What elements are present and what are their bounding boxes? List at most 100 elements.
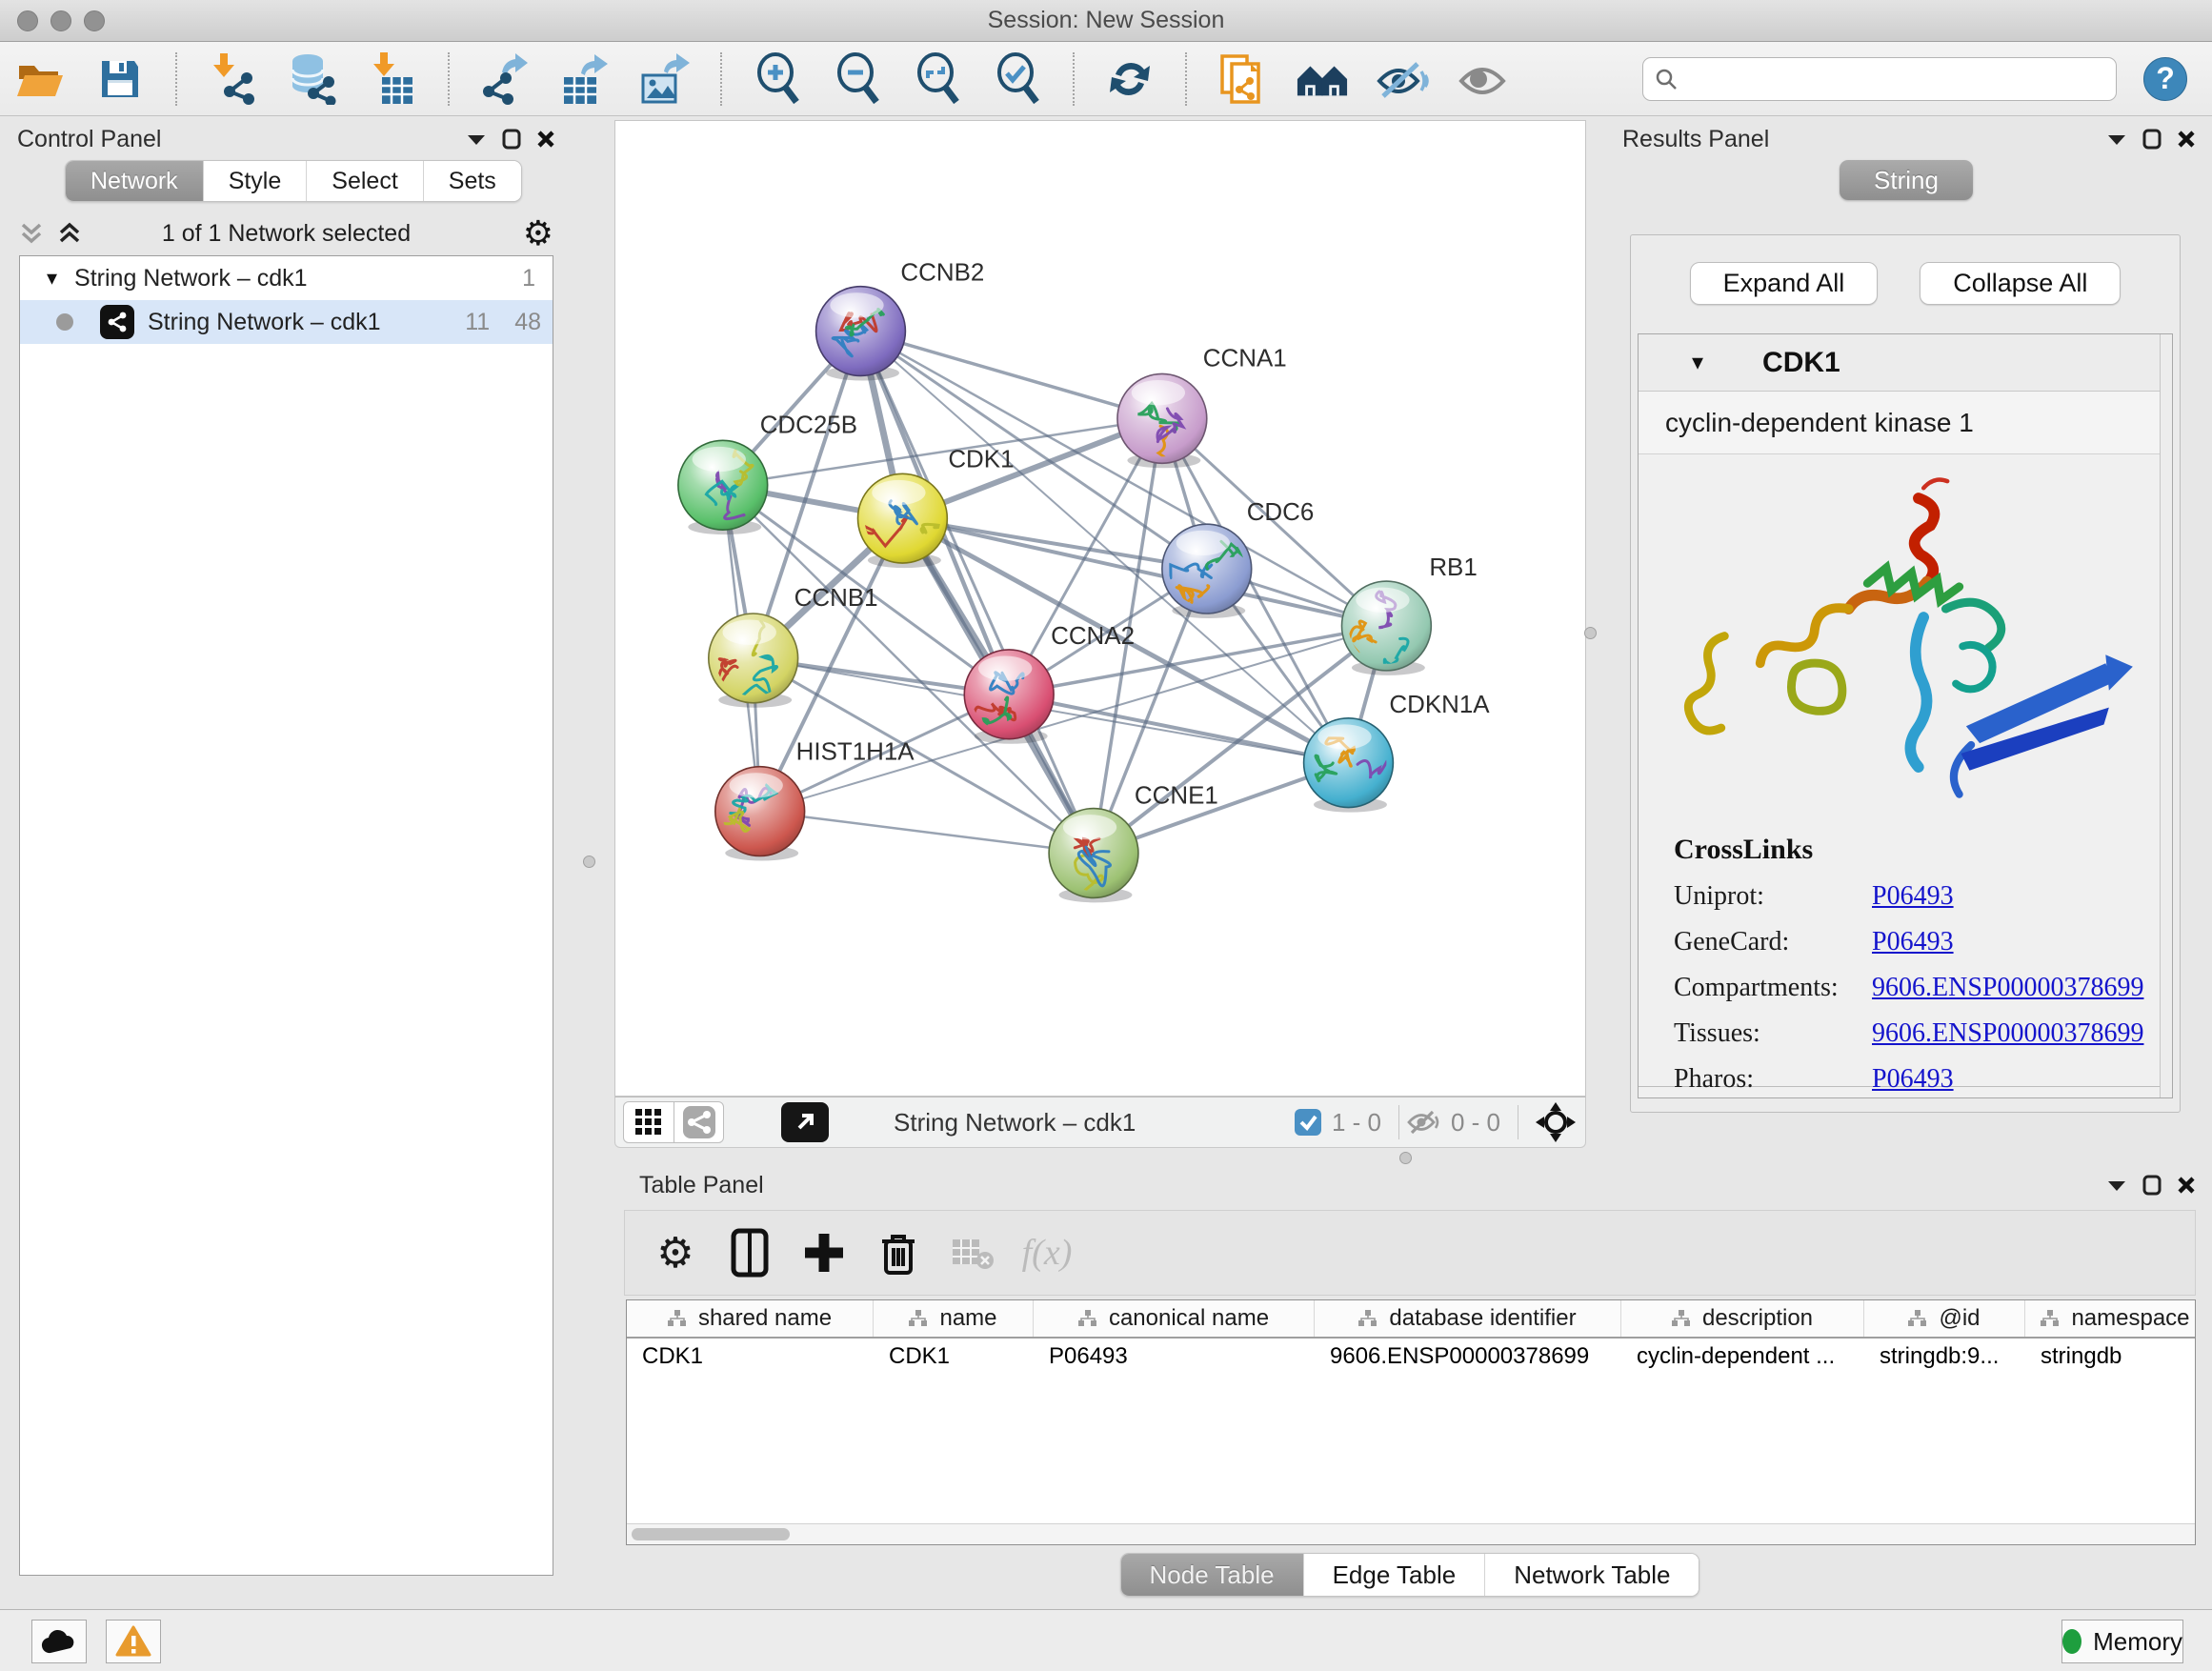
protein-header-row[interactable]: ▾ CDK1: [1639, 334, 2172, 392]
tab-edge-table[interactable]: Edge Table: [1303, 1554, 1485, 1596]
crosslink-link[interactable]: P06493: [1872, 1064, 1954, 1095]
export-network-button[interactable]: [478, 50, 532, 108]
memory-button[interactable]: Memory: [2061, 1620, 2183, 1663]
tab-style[interactable]: Style: [203, 161, 307, 201]
tab-string[interactable]: String: [1840, 160, 1973, 200]
search-box[interactable]: [1642, 57, 2117, 101]
panel-menu-icon[interactable]: [2106, 132, 2127, 146]
table-row[interactable]: CDK1CDK1P064939606.ENSP00000378699cyclin…: [627, 1339, 2195, 1375]
detach-view-button[interactable]: [781, 1102, 829, 1142]
export-table-button[interactable]: [558, 50, 612, 108]
open-session-button[interactable]: [13, 50, 67, 108]
export-image-button[interactable]: [638, 50, 692, 108]
collapse-section-icon[interactable]: ▾: [1692, 349, 1703, 376]
results-vertical-scrollbar[interactable]: [2160, 334, 2172, 1097]
node-CCNA1[interactable]: [1117, 373, 1207, 479]
column-tree-icon: [1908, 1310, 1927, 1327]
panel-float-icon[interactable]: [502, 129, 521, 150]
tab-network[interactable]: Network: [66, 161, 203, 201]
delete-columns-button[interactable]: [869, 1223, 928, 1282]
panel-float-icon[interactable]: [2142, 1175, 2162, 1196]
panel-menu-icon[interactable]: [2106, 1178, 2127, 1192]
tab-sets[interactable]: Sets: [423, 161, 521, 201]
show-all-levels-button[interactable]: [1296, 50, 1349, 108]
edge-CCNE1-HIST1H1A[interactable]: [760, 812, 1094, 854]
node-CDC6[interactable]: [1162, 524, 1252, 618]
show-columns-button[interactable]: [720, 1223, 779, 1282]
tab-node-table[interactable]: Node Table: [1121, 1554, 1303, 1596]
show-hidden-button[interactable]: [1456, 50, 1509, 108]
node-HIST1H1A[interactable]: [705, 767, 804, 861]
panel-close-icon[interactable]: [536, 130, 555, 149]
toolbar-separator: [1073, 52, 1075, 106]
column-header-shared-name[interactable]: shared name: [627, 1300, 874, 1337]
zoom-in-button[interactable]: [751, 50, 804, 108]
copy-style-button[interactable]: [1216, 50, 1269, 108]
protein-details-scroll[interactable]: ▾ CDK1 cyclin-dependent kinase 1: [1638, 333, 2173, 1098]
crosslink-link[interactable]: P06493: [1872, 881, 1954, 912]
import-network-from-database-button[interactable]: [286, 50, 339, 108]
share-icon: [683, 1106, 715, 1138]
function-builder-button[interactable]: f(x): [1017, 1223, 1076, 1282]
panel-close-icon[interactable]: [2177, 130, 2196, 149]
scrollbar-thumb[interactable]: [632, 1528, 790, 1540]
network-options-gear-icon[interactable]: ⚙: [523, 213, 553, 253]
zoom-selected-button[interactable]: [991, 50, 1044, 108]
network-collection-row[interactable]: ▾ String Network – cdk1 1: [20, 256, 553, 300]
expand-all-button[interactable]: Expand All: [1690, 262, 1879, 305]
node-CCNE1[interactable]: [1049, 809, 1138, 917]
network-canvas[interactable]: CCNB2CCNA1CDC25BCDK1CDC6RB1CCNB1CCNA2CDK…: [614, 120, 1586, 1097]
grid-view-button[interactable]: [624, 1102, 674, 1142]
selected-checkbox-icon[interactable]: [1294, 1108, 1322, 1137]
column-header-name[interactable]: name: [874, 1300, 1034, 1337]
column-header-database-identifier[interactable]: database identifier: [1315, 1300, 1621, 1337]
column-header-@id[interactable]: @id: [1864, 1300, 2025, 1337]
collapse-all-chevron-icon[interactable]: [19, 221, 44, 246]
edge-CCNB2-CCNA1[interactable]: [860, 332, 1161, 419]
node-table: shared namenamecanonical namedatabase id…: [626, 1299, 2196, 1545]
right-splitter-handle[interactable]: [1584, 627, 1597, 639]
center-view-crosshair-icon[interactable]: [1536, 1102, 1576, 1142]
tab-network-table[interactable]: Network Table: [1484, 1554, 1699, 1596]
import-network-button[interactable]: [206, 50, 259, 108]
protein-name: CDK1: [1762, 347, 1840, 379]
column-header-description[interactable]: description: [1621, 1300, 1864, 1337]
expand-all-chevron-icon[interactable]: [57, 221, 82, 246]
edge-CCNA2-CDKN1A[interactable]: [1009, 695, 1348, 763]
tab-select[interactable]: Select: [306, 161, 422, 201]
node-RB1[interactable]: [1342, 581, 1432, 684]
main-toolbar: ?: [0, 42, 2212, 116]
import-table-button[interactable]: [366, 50, 419, 108]
help-button[interactable]: ?: [2143, 57, 2187, 101]
refresh-view-button[interactable]: [1103, 50, 1156, 108]
hide-selected-button[interactable]: [1376, 50, 1429, 108]
zoom-out-button[interactable]: [831, 50, 884, 108]
crosslink-link[interactable]: 9606.ENSP00000378699: [1872, 1018, 2143, 1049]
create-column-button[interactable]: [794, 1223, 854, 1282]
zoom-fit-button[interactable]: [911, 50, 964, 108]
cloud-status-button[interactable]: [31, 1620, 87, 1663]
panel-float-icon[interactable]: [2142, 129, 2162, 150]
node-CDKN1A[interactable]: [1304, 718, 1401, 813]
delete-table-button[interactable]: [943, 1223, 1002, 1282]
column-header-canonical-name[interactable]: canonical name: [1034, 1300, 1315, 1337]
left-splitter-handle[interactable]: [583, 856, 595, 868]
crosslink-link[interactable]: P06493: [1872, 927, 1954, 957]
node-CDC25B[interactable]: [678, 440, 768, 534]
table-horizontal-scrollbar[interactable]: [627, 1523, 2195, 1544]
table-settings-button[interactable]: ⚙: [646, 1223, 705, 1282]
collapse-all-button[interactable]: Collapse All: [1920, 262, 2121, 305]
tree-expander-icon[interactable]: ▾: [47, 266, 57, 291]
network-row-selected[interactable]: String Network – cdk1 11 48: [20, 300, 553, 344]
crosslink-link[interactable]: 9606.ENSP00000378699: [1872, 973, 2143, 1003]
panel-menu-icon[interactable]: [466, 132, 487, 146]
bottom-splitter-handle[interactable]: [1399, 1152, 1412, 1164]
node-CCNB1[interactable]: [709, 603, 798, 707]
network-graph[interactable]: CCNB2CCNA1CDC25BCDK1CDC6RB1CCNB1CCNA2CDK…: [615, 121, 1585, 1096]
column-header-namespace[interactable]: namespace: [2025, 1300, 2195, 1337]
save-session-button[interactable]: [93, 50, 147, 108]
warnings-button[interactable]: [106, 1620, 161, 1663]
panel-close-icon[interactable]: [2177, 1176, 2196, 1195]
search-input[interactable]: [1687, 64, 2104, 93]
network-view-mode-button[interactable]: [674, 1102, 723, 1142]
